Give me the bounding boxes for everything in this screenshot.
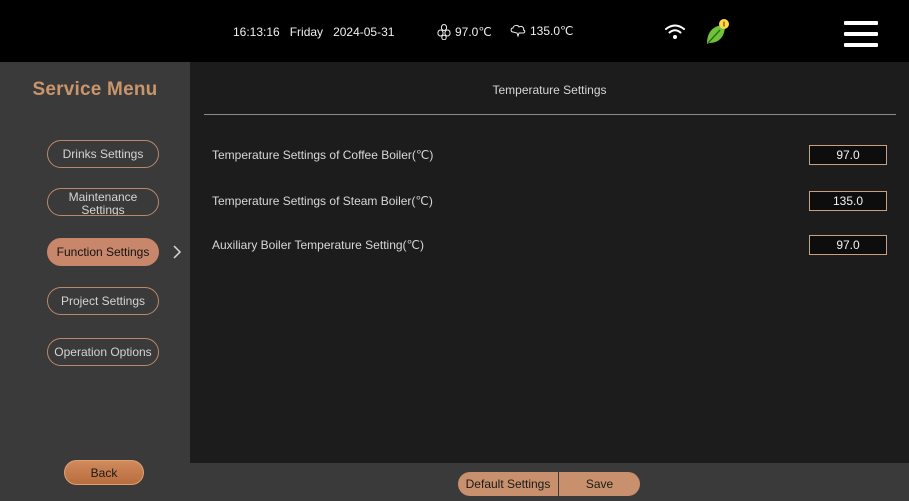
day-text: Friday [289, 25, 324, 39]
coffee-beans-icon [437, 24, 451, 40]
steam-cloud-icon [510, 24, 526, 38]
wifi-icon [665, 24, 685, 39]
steam-boiler-temp-label: Temperature Settings of Steam Boiler(℃) [212, 194, 433, 208]
main-panel: Temperature Settings Temperature Setting… [190, 62, 909, 463]
steam-boiler-temp: 135.0℃ [510, 24, 574, 38]
sidebar-title: Service Menu [32, 79, 158, 100]
time-text: 16:13:16 [233, 25, 280, 39]
back-button[interactable]: Back [64, 460, 144, 485]
coffee-boiler-temp: 97.0℃ [437, 24, 492, 40]
sidebar-item-drinks-settings[interactable]: Drinks Settings [47, 140, 159, 168]
sidebar-item-project-settings[interactable]: Project Settings [47, 287, 159, 315]
default-settings-button[interactable]: Default Settings [458, 472, 559, 496]
eco-leaf-icon [707, 19, 729, 44]
status-bar: 16:13:16 Friday 2024-05-31 97.0℃ 135.0℃ [0, 0, 909, 62]
steam-temp-value: 135.0℃ [530, 24, 574, 38]
auxiliary-boiler-temp-label: Auxiliary Boiler Temperature Setting(℃) [212, 238, 425, 252]
hamburger-menu-icon[interactable] [844, 20, 878, 48]
clock-display: 16:13:16 Friday 2024-05-31 [233, 25, 404, 39]
coffee-boiler-temp-label: Temperature Settings of Coffee Boiler(℃) [212, 148, 434, 162]
footer-bar: Default Settings Save [190, 463, 909, 501]
coffee-boiler-temp-input[interactable] [809, 145, 887, 165]
footer-button-group: Default Settings Save [458, 472, 640, 496]
page-title: Temperature Settings [492, 83, 607, 97]
sidebar-item-maintenance-settings[interactable]: Maintenance Settings [47, 188, 159, 216]
sidebar: Service Menu Drinks Settings Maintenance… [0, 62, 190, 501]
steam-boiler-temp-input[interactable] [809, 191, 887, 211]
coffee-temp-value: 97.0℃ [455, 25, 492, 39]
title-divider [204, 114, 896, 115]
save-button[interactable]: Save [559, 472, 640, 496]
sidebar-item-function-settings[interactable]: Function Settings [47, 238, 159, 266]
sidebar-item-operation-options[interactable]: Operation Options [47, 338, 159, 366]
auxiliary-boiler-temp-input[interactable] [809, 235, 887, 255]
chevron-right-icon [173, 245, 182, 259]
date-text: 2024-05-31 [333, 25, 395, 39]
